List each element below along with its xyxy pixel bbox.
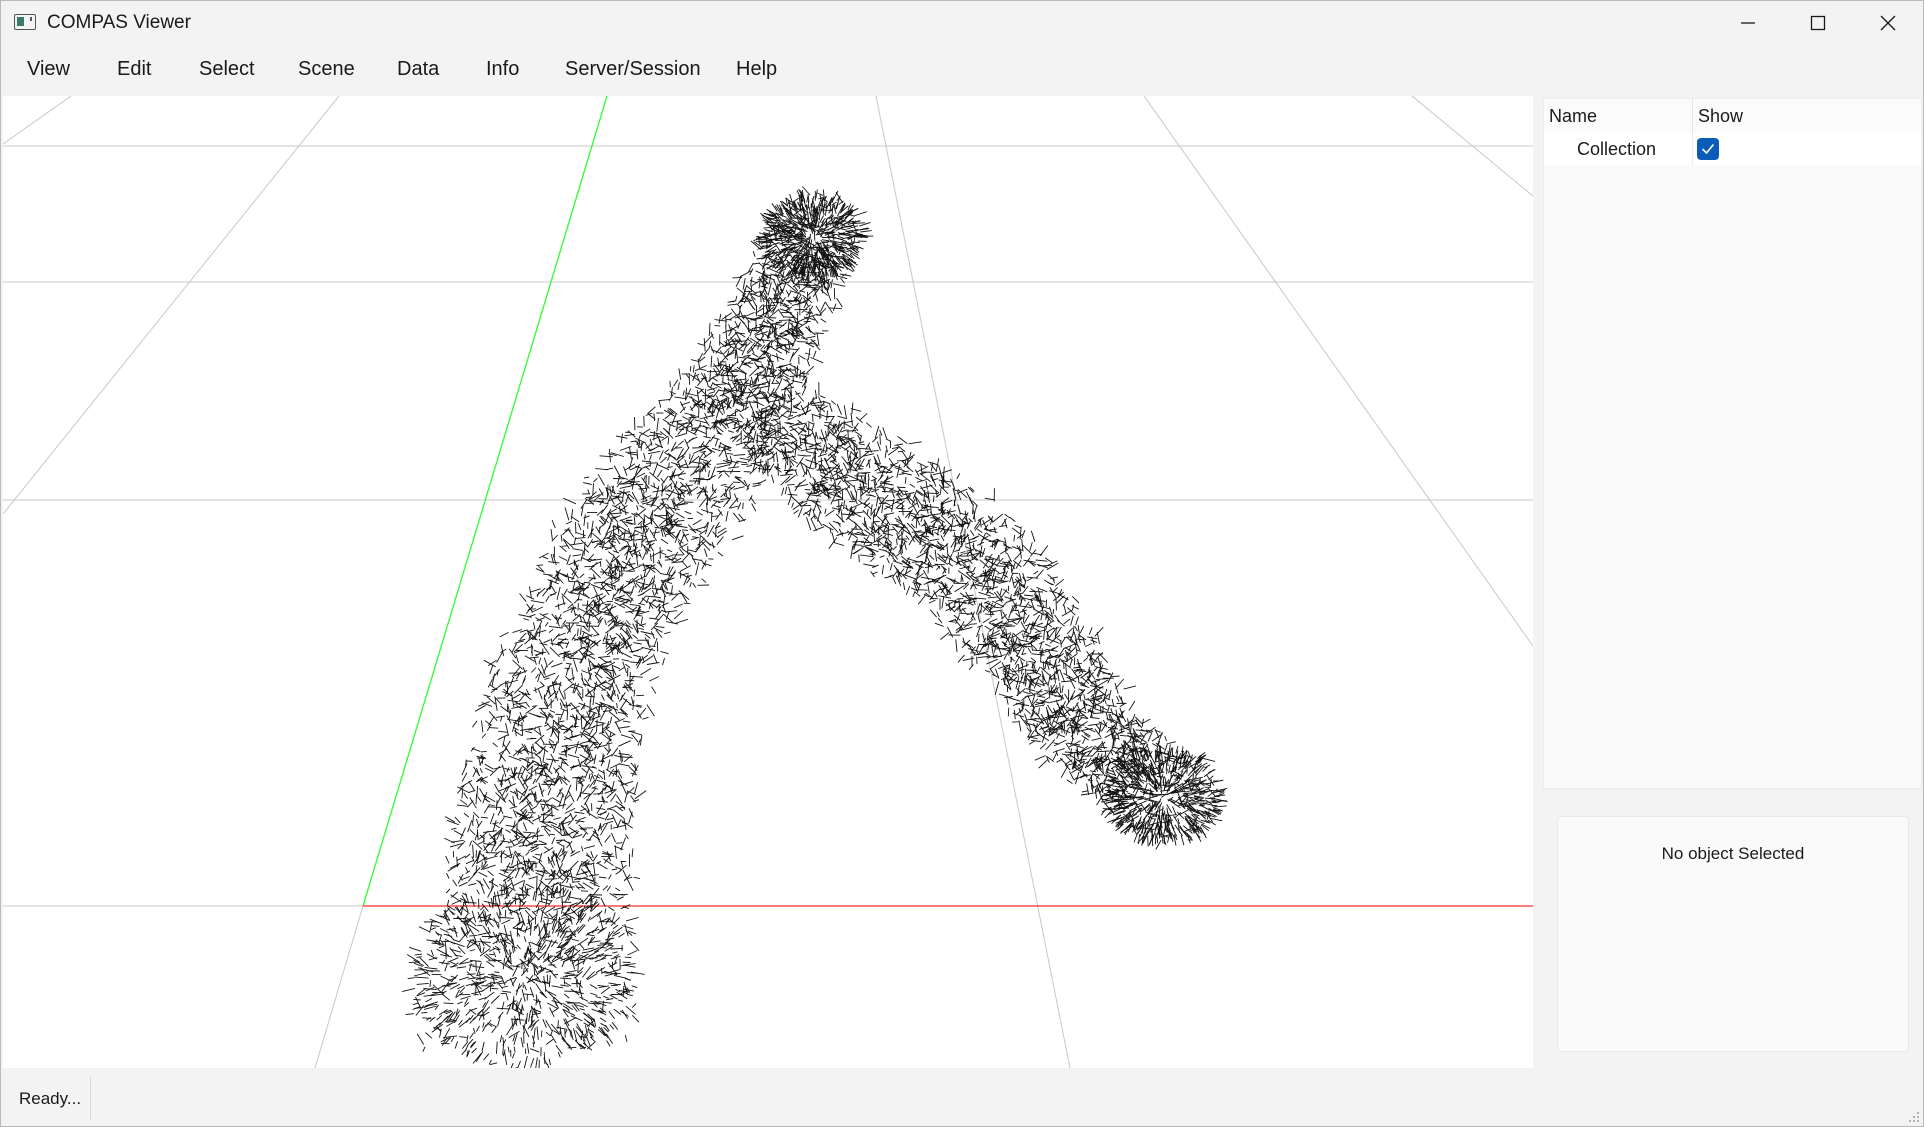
status-text: Ready... xyxy=(19,1089,82,1108)
app-window: COMPAS Viewer View Edit Select Scene Dat… xyxy=(0,0,1924,1127)
maximize-button[interactable] xyxy=(1783,1,1853,45)
column-show-header[interactable]: Show xyxy=(1698,106,1743,127)
show-checkbox[interactable] xyxy=(1697,138,1719,160)
3d-viewport[interactable] xyxy=(3,96,1533,1068)
maximize-icon xyxy=(1810,15,1826,31)
point-cloud-object[interactable] xyxy=(402,186,1228,1069)
column-name-header[interactable]: Name xyxy=(1549,106,1597,127)
column-divider[interactable] xyxy=(1692,99,1693,133)
menu-bar: View Edit Select Scene Data Info Server/… xyxy=(1,45,1923,95)
close-icon xyxy=(1880,15,1896,31)
close-button[interactable] xyxy=(1853,1,1923,45)
minimize-button[interactable] xyxy=(1713,1,1783,45)
object-info-panel: No object Selected xyxy=(1557,816,1909,1052)
menu-data[interactable]: Data xyxy=(397,58,439,81)
window-title: COMPAS Viewer xyxy=(47,12,191,33)
scene-tree-panel: Name Show Collection xyxy=(1543,98,1922,789)
menu-select[interactable]: Select xyxy=(199,58,255,81)
checkmark-icon xyxy=(1702,144,1714,154)
tree-row-label[interactable]: Collection xyxy=(1577,139,1656,160)
title-bar[interactable]: COMPAS Viewer xyxy=(1,1,1923,45)
tree-header: Name Show xyxy=(1544,99,1921,134)
minimize-icon xyxy=(1741,22,1755,24)
tree-row-collection[interactable]: Collection xyxy=(1544,133,1921,165)
menu-info[interactable]: Info xyxy=(486,58,519,81)
viewport-canvas[interactable] xyxy=(3,96,1533,1068)
row-divider xyxy=(1692,133,1693,165)
menu-scene[interactable]: Scene xyxy=(298,58,355,81)
resize-grip-icon[interactable] xyxy=(1908,1111,1920,1123)
status-bar: Ready... xyxy=(1,1070,1923,1126)
app-window-icon xyxy=(14,14,36,30)
object-info-text: No object Selected xyxy=(1661,844,1805,863)
status-separator xyxy=(90,1076,91,1120)
menu-edit[interactable]: Edit xyxy=(117,58,151,81)
menu-server-session[interactable]: Server/Session xyxy=(565,58,701,81)
menu-view[interactable]: View xyxy=(27,58,70,81)
menu-help[interactable]: Help xyxy=(736,58,777,81)
